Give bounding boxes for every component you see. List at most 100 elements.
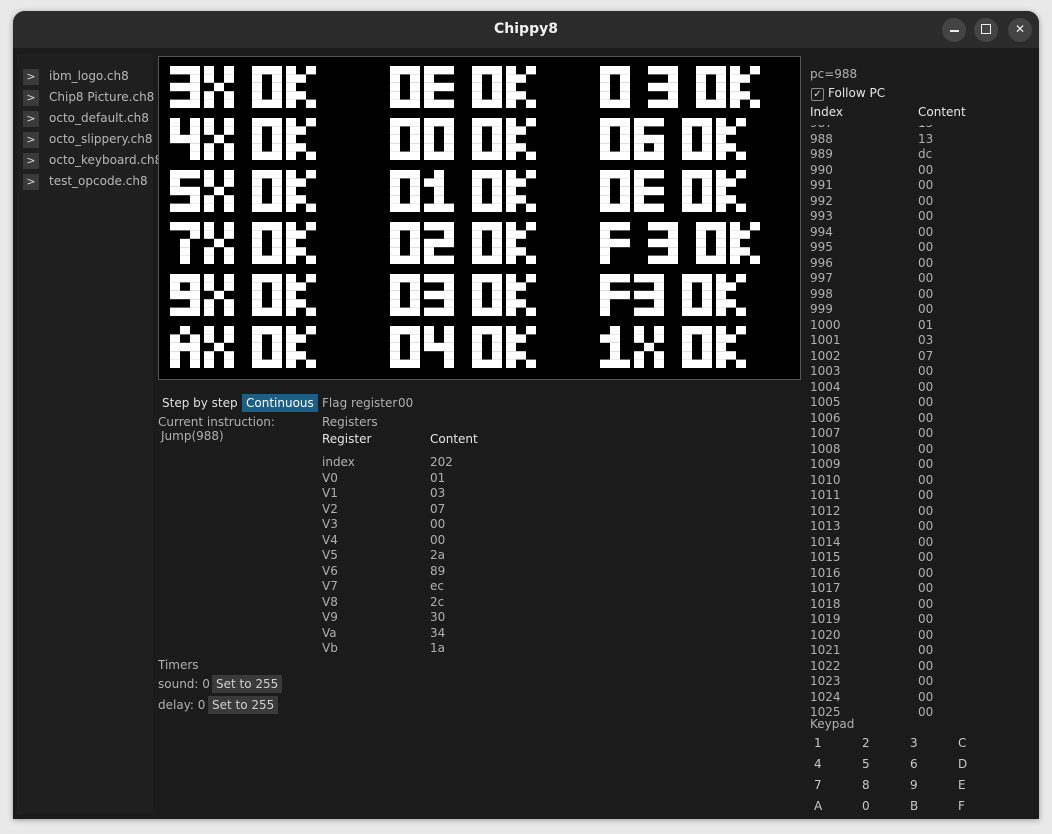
display-pixel xyxy=(716,238,726,248)
keypad-key[interactable]: A xyxy=(814,799,834,813)
display-pixel xyxy=(224,178,234,187)
maximize-button[interactable] xyxy=(974,18,998,42)
rom-file-name[interactable]: test_opcode.ch8 xyxy=(49,174,148,188)
display-pixel xyxy=(492,66,502,75)
memory-index: 1011 xyxy=(810,488,841,502)
rom-file-name[interactable]: octo_keyboard.ch8 xyxy=(49,153,162,167)
display-pixel xyxy=(410,326,420,335)
display-pixel xyxy=(296,178,306,187)
display-pixel xyxy=(482,326,492,335)
display-pixel xyxy=(600,359,610,368)
keypad-key[interactable]: 1 xyxy=(814,736,834,750)
display-pixel xyxy=(492,290,502,300)
load-arrow-icon[interactable]: > xyxy=(23,132,39,148)
display-pixel xyxy=(262,118,272,127)
rom-file-name[interactable]: octo_slippery.ch8 xyxy=(49,132,153,146)
display-pixel xyxy=(682,359,692,368)
display-pixel xyxy=(516,178,526,187)
display-pixel xyxy=(620,203,630,212)
display-pixel xyxy=(492,255,502,264)
display-pixel xyxy=(610,203,620,212)
close-button[interactable]: ✕ xyxy=(1008,18,1032,42)
load-arrow-icon[interactable]: > xyxy=(23,69,39,85)
display-pixel xyxy=(272,186,282,196)
step-by-step-button[interactable]: Step by step xyxy=(158,394,242,412)
minimize-button[interactable] xyxy=(942,18,966,42)
set-sound-timer-button[interactable]: Set to 255 xyxy=(212,675,283,693)
keypad-key[interactable]: 2 xyxy=(862,736,882,750)
display-pixel xyxy=(472,186,482,196)
keypad-key[interactable]: 3 xyxy=(910,736,930,750)
display-pixel xyxy=(434,178,444,187)
display-pixel xyxy=(410,203,420,212)
keypad-key[interactable]: 0 xyxy=(862,799,882,813)
load-arrow-icon[interactable]: > xyxy=(23,174,39,190)
display-pixel xyxy=(180,222,190,231)
load-arrow-icon[interactable]: > xyxy=(23,90,39,106)
rom-file-name[interactable]: Chip8 Picture.ch8 xyxy=(49,90,154,104)
display-pixel xyxy=(736,274,746,283)
display-pixel xyxy=(658,222,668,231)
display-pixel xyxy=(716,274,726,283)
display-pixel xyxy=(296,334,306,343)
display-pixel xyxy=(506,82,516,92)
register-name: V9 xyxy=(322,610,338,624)
keypad-key[interactable]: 4 xyxy=(814,757,834,771)
display-pixel xyxy=(424,143,434,152)
display-pixel xyxy=(434,66,444,75)
rom-file-name[interactable]: octo_default.ch8 xyxy=(49,111,149,125)
keypad-key[interactable]: 6 xyxy=(910,757,930,771)
memory-value: 00 xyxy=(918,705,934,716)
follow-pc-checkbox[interactable]: ✓ xyxy=(811,88,824,101)
display-pixel xyxy=(706,99,716,108)
keypad-key[interactable]: D xyxy=(958,757,978,771)
display-pixel xyxy=(204,74,214,83)
display-pixel xyxy=(492,230,502,239)
display-pixel xyxy=(506,99,516,108)
display-pixel xyxy=(600,238,610,248)
display-pixel xyxy=(644,274,654,283)
display-pixel xyxy=(424,151,434,160)
display-pixel xyxy=(526,359,536,368)
display-pixel xyxy=(716,307,726,316)
keypad-key[interactable]: 7 xyxy=(814,778,834,792)
continuous-button[interactable]: Continuous xyxy=(242,394,318,412)
keypad-key[interactable]: 8 xyxy=(862,778,882,792)
keypad-key[interactable]: 9 xyxy=(910,778,930,792)
keypad-key[interactable]: F xyxy=(958,799,978,813)
display-pixel xyxy=(390,238,400,248)
display-pixel xyxy=(492,151,502,160)
display-pixel xyxy=(668,82,678,92)
display-pixel xyxy=(716,82,726,92)
memory-table[interactable]: 987 13 988 13 989 dc 990 00 991 00 992 00 993 00 994 00… xyxy=(809,125,1019,716)
display-pixel xyxy=(286,134,296,144)
load-arrow-icon[interactable]: > xyxy=(23,111,39,127)
display-pixel xyxy=(682,274,692,283)
keypad-key[interactable]: E xyxy=(958,778,978,792)
display-pixel xyxy=(682,342,692,352)
display-pixel xyxy=(424,118,434,127)
keypad-key[interactable]: B xyxy=(910,799,930,813)
display-pixel xyxy=(170,203,180,212)
display-pixel xyxy=(620,178,630,187)
display-pixel xyxy=(472,99,482,108)
display-pixel xyxy=(286,359,296,368)
follow-pc-label[interactable]: Follow PC xyxy=(828,86,885,100)
display-pixel xyxy=(696,222,706,231)
keypad-key[interactable]: 5 xyxy=(862,757,882,771)
display-pixel xyxy=(506,91,516,100)
load-arrow-icon[interactable]: > xyxy=(23,153,39,169)
rom-file-name[interactable]: ibm_logo.ch8 xyxy=(49,69,129,83)
display-pixel xyxy=(170,222,180,231)
keypad-key[interactable]: C xyxy=(958,736,978,750)
register-name: V5 xyxy=(322,548,338,562)
display-pixel xyxy=(716,126,726,135)
display-pixel xyxy=(286,151,296,160)
display-pixel xyxy=(180,290,190,300)
display-pixel xyxy=(286,170,296,179)
display-pixel xyxy=(472,151,482,160)
set-delay-timer-button[interactable]: Set to 255 xyxy=(208,696,279,714)
memory-row: 1010 00 xyxy=(809,473,1019,488)
display-pixel xyxy=(286,126,296,135)
display-pixel xyxy=(224,126,234,135)
